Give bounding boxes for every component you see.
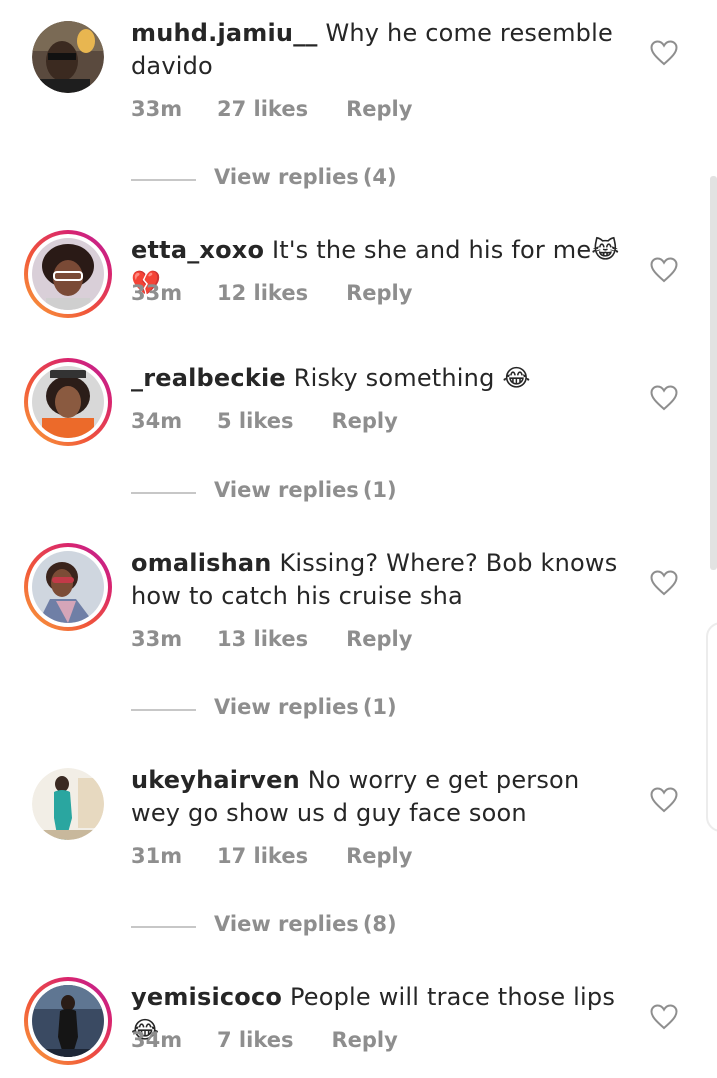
comment-username[interactable]: yemisicoco xyxy=(131,983,282,1011)
avatar-image xyxy=(32,551,104,623)
heart-outline-icon[interactable] xyxy=(650,787,678,813)
replies-divider xyxy=(131,492,196,494)
view-replies-count: (1) xyxy=(362,478,397,502)
view-replies-label: View replies xyxy=(214,912,359,936)
view-replies-count: (1) xyxy=(362,695,397,719)
comment-text: omalishan Kissing? Where? Bob knows how … xyxy=(131,547,631,613)
comment-likes[interactable]: 7 likes xyxy=(217,1028,293,1052)
scrollbar[interactable] xyxy=(710,176,717,570)
view-replies-button[interactable]: View replies (1) xyxy=(131,695,431,725)
view-replies-label: View replies xyxy=(214,695,359,719)
heart-outline-icon[interactable] xyxy=(650,257,678,283)
comment-username[interactable]: _realbeckie xyxy=(131,364,286,392)
view-replies-count: (8) xyxy=(362,912,397,936)
comment-meta: 33m 13 likes Reply xyxy=(131,627,412,651)
comment-text: muhd.jamiu__ Why he come resemble davido xyxy=(131,17,631,83)
heart-outline-icon[interactable] xyxy=(650,1004,678,1030)
avatar-image xyxy=(32,21,104,93)
comment-meta: 33m 27 likes Reply xyxy=(131,97,412,121)
reply-button[interactable]: Reply xyxy=(331,409,397,433)
comment-likes[interactable]: 5 likes xyxy=(217,409,293,433)
comment-time: 33m xyxy=(131,97,183,121)
comment-username[interactable]: muhd.jamiu__ xyxy=(131,19,318,47)
reply-button[interactable]: Reply xyxy=(331,1028,397,1052)
comment-username[interactable]: ukeyhairven xyxy=(131,766,300,794)
comment-time: 31m xyxy=(131,844,183,868)
replies-divider xyxy=(131,179,196,181)
avatar[interactable] xyxy=(24,230,112,318)
comments-list: muhd.jamiu__ Why he come resemble davido… xyxy=(0,0,717,1078)
comment-likes[interactable]: 17 likes xyxy=(217,844,308,868)
comment-time: 34m xyxy=(131,1028,183,1052)
reply-button[interactable]: Reply xyxy=(346,844,412,868)
comment-likes[interactable]: 12 likes xyxy=(217,281,308,305)
comment-meta: 34m 5 likes Reply xyxy=(131,409,398,433)
heart-outline-icon[interactable] xyxy=(650,385,678,411)
avatar-image xyxy=(32,985,104,1057)
avatar-image xyxy=(32,366,104,438)
comment-text: _realbeckie Risky something 😂 xyxy=(131,362,631,395)
edge-panel[interactable] xyxy=(706,622,717,832)
comment-time: 33m xyxy=(131,627,183,651)
view-replies-count: (4) xyxy=(362,165,397,189)
avatar[interactable] xyxy=(24,543,112,631)
view-replies-label: View replies xyxy=(214,478,359,502)
replies-divider xyxy=(131,709,196,711)
comment-time: 34m xyxy=(131,409,183,433)
heart-outline-icon[interactable] xyxy=(650,570,678,596)
avatar[interactable] xyxy=(32,21,104,93)
avatar-image xyxy=(32,238,104,310)
reply-button[interactable]: Reply xyxy=(346,97,412,121)
comment-username[interactable]: omalishan xyxy=(131,549,272,577)
replies-divider xyxy=(131,926,196,928)
comment-meta: 31m 17 likes Reply xyxy=(131,844,412,868)
view-replies-label: View replies xyxy=(214,165,359,189)
comment-likes[interactable]: 27 likes xyxy=(217,97,308,121)
comment-likes[interactable]: 13 likes xyxy=(217,627,308,651)
reply-button[interactable]: Reply xyxy=(346,281,412,305)
comment-body: Risky something 😂 xyxy=(293,364,531,392)
view-replies-button[interactable]: View replies (8) xyxy=(131,912,431,942)
avatar[interactable] xyxy=(24,358,112,446)
comment-username[interactable]: etta_xoxo xyxy=(131,236,264,264)
comment-meta: 33m 12 likes Reply xyxy=(131,281,412,305)
reply-button[interactable]: Reply xyxy=(346,627,412,651)
comment-time: 33m xyxy=(131,281,183,305)
view-replies-button[interactable]: View replies (1) xyxy=(131,478,431,508)
heart-outline-icon[interactable] xyxy=(650,40,678,66)
comment-text: ukeyhairven No worry e get person wey go… xyxy=(131,764,631,830)
avatar-image xyxy=(32,768,104,840)
comment-meta: 34m 7 likes Reply xyxy=(131,1028,398,1052)
avatar[interactable] xyxy=(24,977,112,1065)
view-replies-button[interactable]: View replies (4) xyxy=(131,165,431,195)
avatar[interactable] xyxy=(32,768,104,840)
